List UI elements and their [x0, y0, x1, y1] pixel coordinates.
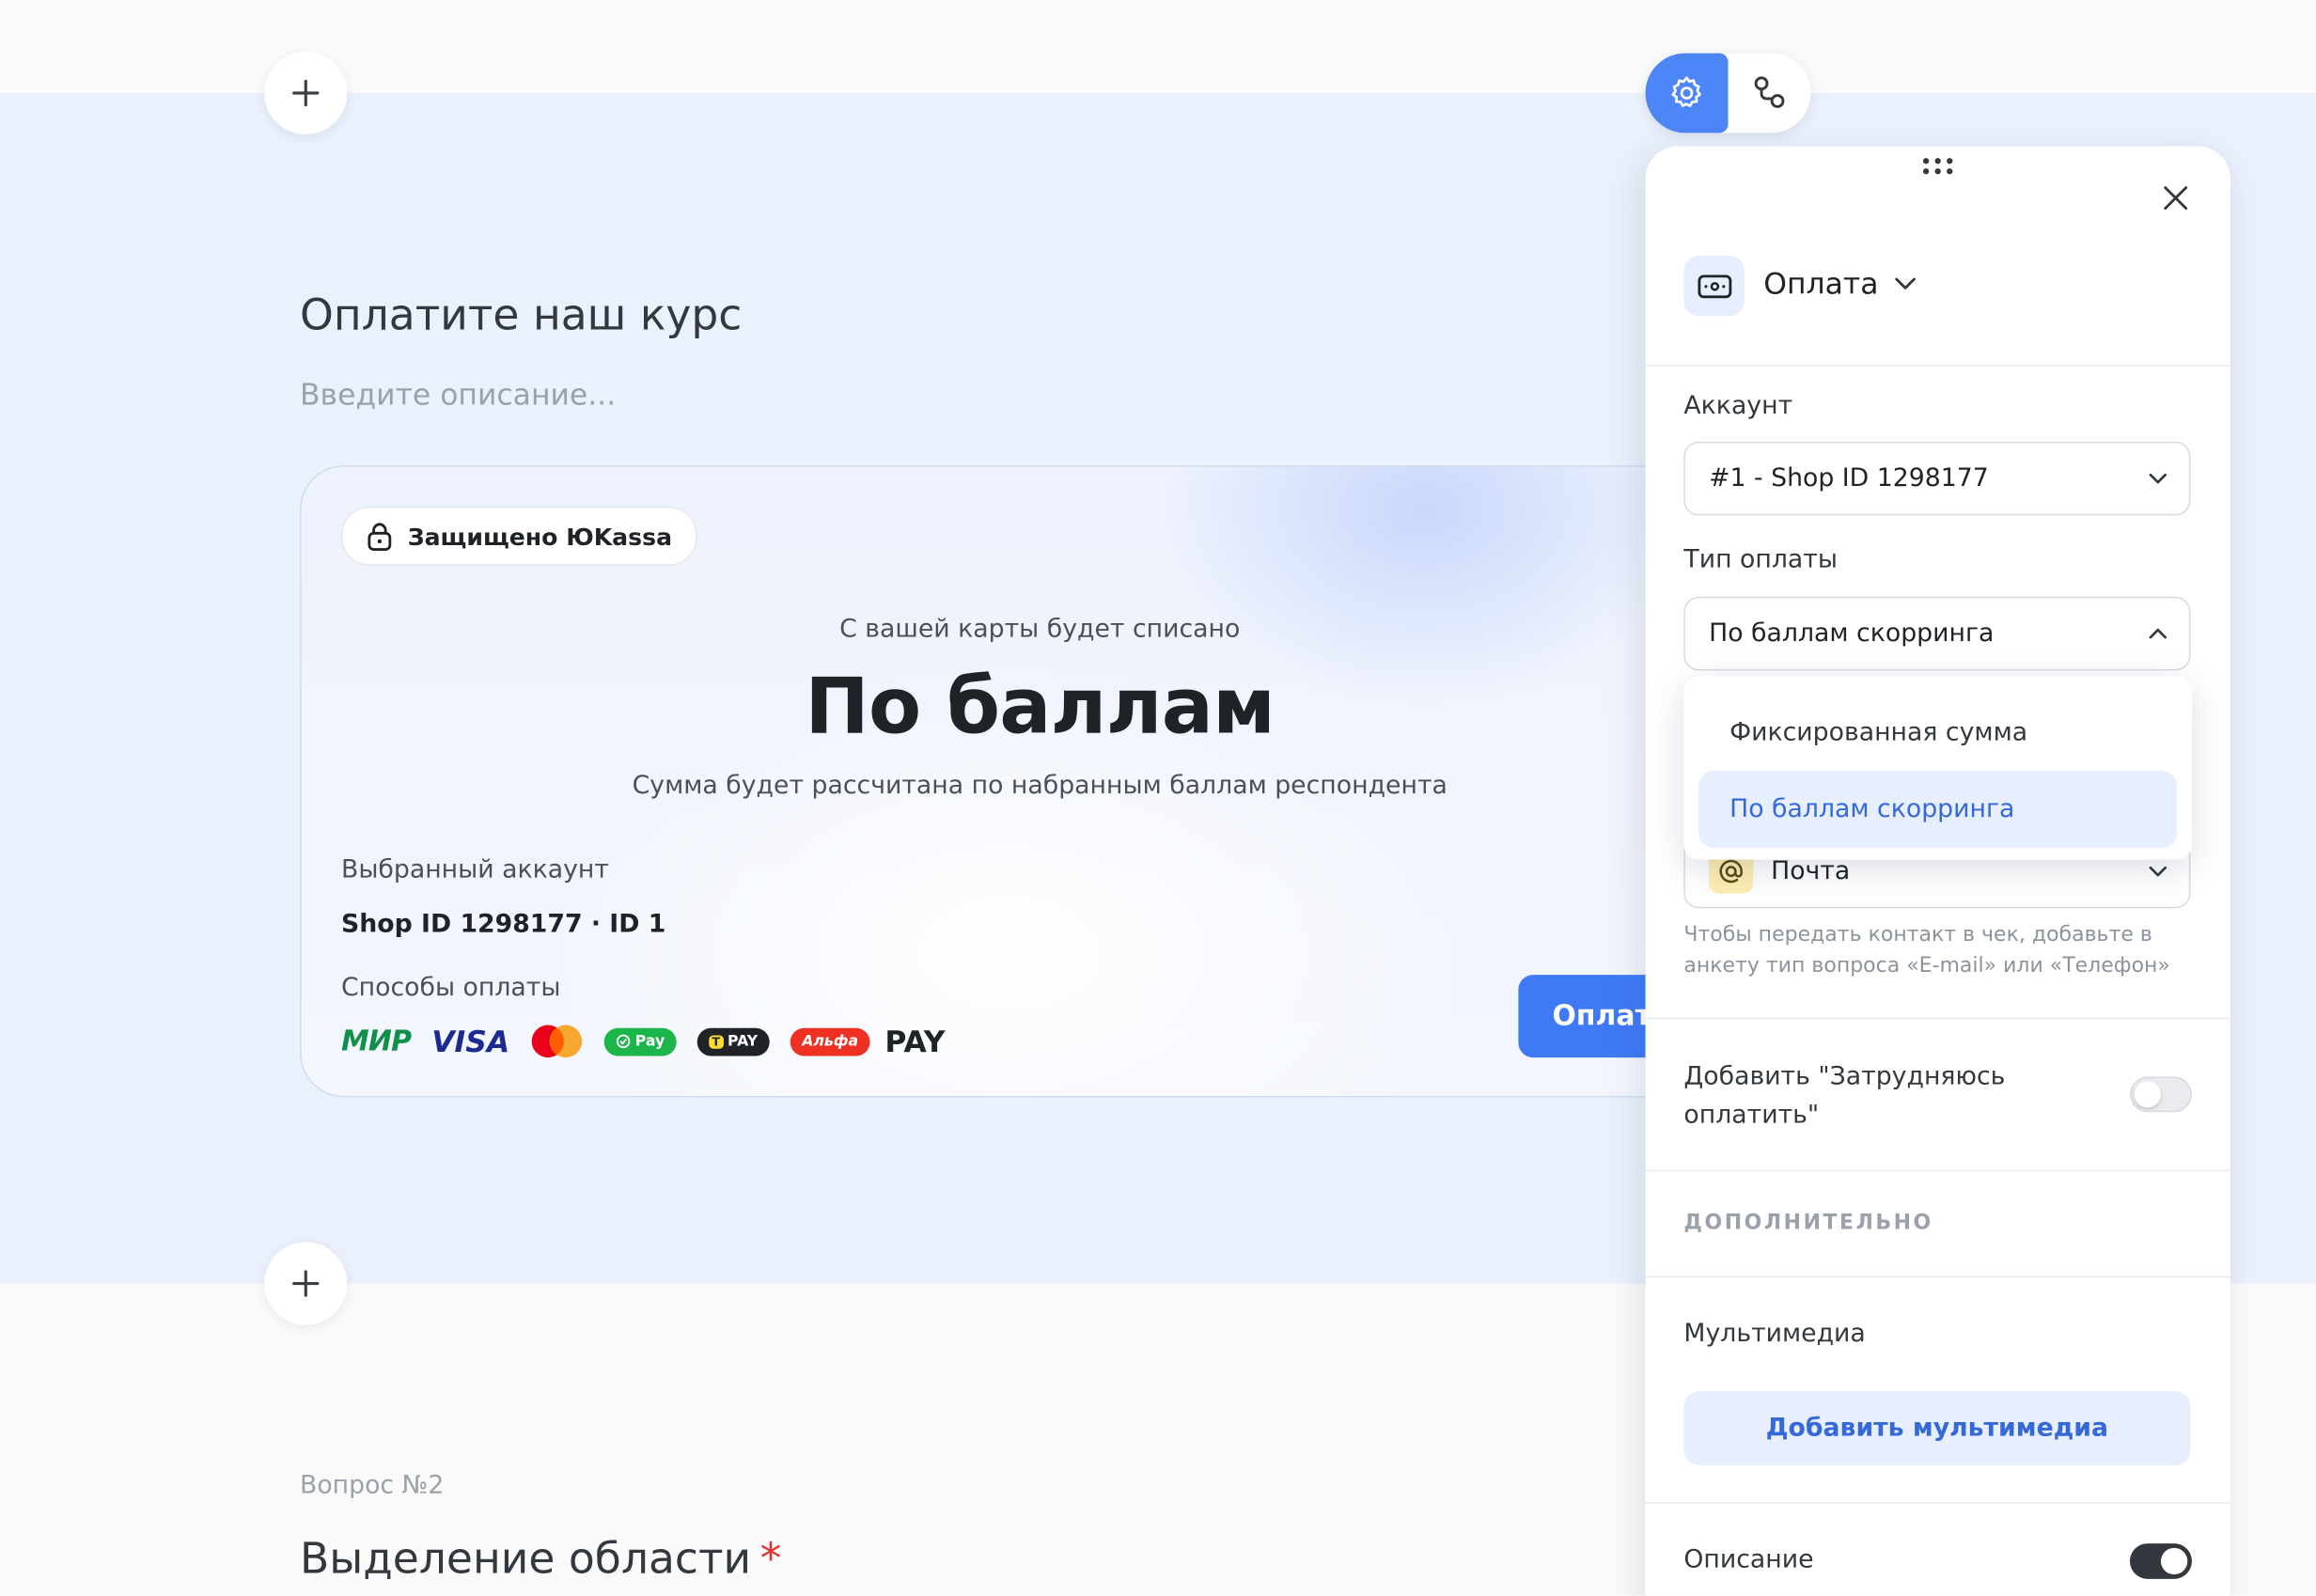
payment-type-select[interactable]: По баллам скорринга [1683, 596, 2191, 671]
panel-mode-switch [1645, 53, 1811, 133]
plus-icon [292, 79, 320, 107]
divider [1645, 1169, 2230, 1172]
mastercard-logo [531, 1025, 583, 1058]
chevron-down-icon [2149, 866, 2167, 877]
payment-amount: По баллам [805, 663, 1275, 752]
add-media-button[interactable]: Добавить мультимедиа [1683, 1391, 2191, 1465]
payment-type-select-value: По баллам скорринга [1709, 618, 1995, 649]
mir-logo: МИР [340, 1025, 412, 1058]
selected-account-label: Выбранный аккаунт [340, 854, 609, 885]
check-circle-icon [616, 1034, 631, 1049]
tpay-logo: T PAY [696, 1026, 770, 1056]
dropdown-option-scoring[interactable]: По баллам скорринга [1698, 771, 2178, 848]
add-block-below-button[interactable] [264, 1242, 348, 1325]
selected-account-value: Shop ID 1298177 · ID 1 [340, 909, 666, 940]
block-type-selector[interactable]: Оплата [1763, 266, 1917, 302]
logic-icon [1754, 76, 1785, 108]
required-marker: * [759, 1533, 782, 1584]
sberpay-logo: Pay [603, 1026, 677, 1056]
account-select-value: #1 - Shop ID 1298177 [1709, 463, 1989, 493]
close-panel-button[interactable] [2156, 179, 2195, 217]
difficulty-toggle[interactable] [2129, 1076, 2192, 1113]
divider [1645, 1017, 2230, 1020]
tpay-text: PAY [727, 1033, 759, 1050]
account-label: Аккаунт [1683, 391, 1793, 421]
chevron-down-icon [2149, 473, 2167, 484]
secure-badge: Защищено ЮKassa [340, 506, 697, 566]
payment-type-label: Тип оплаты [1683, 544, 1838, 575]
amount-note: Сумма будет рассчитана по набранным балл… [632, 771, 1448, 801]
description-toggle-label: Описание [1683, 1544, 1814, 1575]
divider [1645, 1502, 2230, 1504]
toggle-knob [2160, 1547, 2188, 1575]
logic-tab[interactable] [1729, 54, 1811, 133]
question-title-text: Выделение области [299, 1533, 752, 1584]
payment-widget: Защищено ЮKassa С вашей карты будет спис… [299, 464, 1780, 1098]
question-title[interactable]: Выделение области * [300, 1533, 781, 1583]
payment-icon [1697, 274, 1731, 298]
alfa-pay-text: PAY [884, 1023, 946, 1059]
chevron-down-icon [1894, 277, 1916, 289]
media-label: Мультимедиа [1683, 1319, 1866, 1349]
drag-handle-icon[interactable] [1920, 157, 1956, 175]
page-title[interactable]: Оплатите наш курс [300, 289, 742, 339]
block-type-label: Оплата [1763, 265, 1879, 302]
toggle-knob [2134, 1081, 2161, 1108]
payment-methods-logos: МИР VISA Pay T PAY Альфа PAY [341, 1024, 946, 1059]
close-icon [2164, 186, 2188, 210]
payment-type-dropdown: Фиксированная сумма По баллам скорринга [1683, 676, 2192, 860]
description-input[interactable]: Введите описание... [300, 377, 616, 413]
block-type-icon [1683, 255, 1745, 317]
visa-logo: VISA [431, 1023, 510, 1059]
gear-icon [1671, 76, 1701, 107]
block-settings-panel: Оплата Аккаунт #1 - Shop ID 1298177 Тип … [1645, 146, 2230, 1596]
receipt-contact-value: Почта [1771, 856, 1851, 886]
settings-tab[interactable] [1645, 53, 1729, 133]
payment-methods-label: Способы оплаты [340, 973, 561, 1003]
alfa-logo: Альфа [790, 1026, 870, 1056]
lock-icon [368, 523, 392, 551]
plus-icon [292, 1270, 320, 1297]
t-shield-icon: T [709, 1034, 724, 1048]
account-select[interactable]: #1 - Shop ID 1298177 [1683, 441, 2191, 516]
charge-caption: С вашей карты будет списано [839, 614, 1241, 645]
chevron-up-icon [2149, 628, 2167, 639]
sberpay-text: Pay [634, 1033, 665, 1050]
dropdown-option-fixed[interactable]: Фиксированная сумма [1698, 695, 2177, 772]
additional-section-title: ДОПОЛНИТЕЛЬНО [1683, 1211, 1933, 1235]
difficulty-toggle-label: Добавить "Затрудняюсь оплатить" [1683, 1061, 2006, 1131]
add-block-above-button[interactable] [264, 51, 348, 134]
divider [1645, 365, 2230, 367]
receipt-contact-hint: Чтобы передать контакт в чек, добавьте в… [1683, 923, 2170, 978]
divider [1645, 1275, 2230, 1278]
secure-badge-label: Защищено ЮKassa [407, 522, 673, 551]
description-toggle[interactable] [2129, 1543, 2192, 1579]
question-number: Вопрос №2 [299, 1471, 445, 1501]
